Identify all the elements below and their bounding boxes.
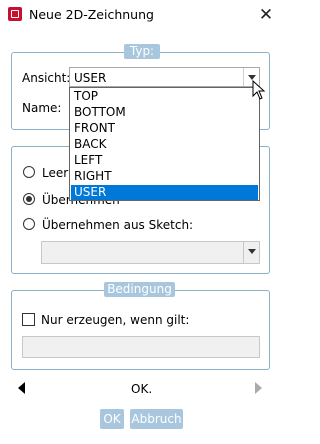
dropdown-option-left[interactable]: LEFT — [71, 153, 258, 168]
radio-sketch-label: Übernehmen aus Sketch: — [42, 218, 194, 232]
dropdown-option-right[interactable]: RIGHT — [71, 169, 258, 184]
window-title: Neue 2D-Zeichnung — [29, 7, 154, 22]
radio-sketch[interactable] — [23, 218, 35, 230]
dropdown-option-user[interactable]: USER — [71, 185, 258, 200]
radio-leer[interactable] — [23, 166, 35, 178]
typ-legend: Typ: — [124, 44, 160, 59]
ansicht-value: USER — [74, 71, 107, 85]
close-icon[interactable]: ✕ — [255, 4, 277, 26]
dropdown-option-back[interactable]: BACK — [71, 137, 258, 152]
dropdown-option-bottom[interactable]: BOTTOM — [71, 105, 258, 120]
app-icon — [8, 7, 22, 21]
ansicht-dropdown-list[interactable]: TOP BOTTOM FRONT BACK LEFT RIGHT USER — [69, 87, 260, 201]
condition-checkbox[interactable] — [22, 313, 35, 326]
ok-button[interactable]: OK — [100, 409, 124, 429]
bedingung-legend: Bedingung — [104, 282, 175, 297]
dropdown-option-front[interactable]: FRONT — [71, 121, 258, 136]
condition-label: Nur erzeugen, wenn gilt: — [41, 313, 190, 327]
radio-uebernehmen[interactable] — [23, 193, 35, 205]
radio-leer-label: Leer — [42, 166, 69, 180]
title-bar: Neue 2D-Zeichnung ✕ — [0, 0, 281, 32]
condition-input[interactable] — [22, 336, 260, 358]
mouse-cursor-icon — [252, 80, 266, 100]
dropdown-option-top[interactable]: TOP — [71, 89, 258, 104]
bedingung-group — [11, 290, 270, 370]
ansicht-label: Ansicht: — [22, 71, 71, 85]
sketch-select[interactable] — [41, 241, 260, 264]
nav-status: OK. — [131, 382, 153, 396]
chevron-down-icon[interactable] — [243, 242, 259, 263]
cancel-button[interactable]: Abbruch — [130, 409, 183, 429]
next-arrow-icon[interactable] — [255, 382, 262, 394]
previous-arrow-icon[interactable] — [18, 382, 25, 394]
name-label: Name: — [22, 101, 62, 115]
ansicht-select[interactable]: USER — [69, 67, 260, 87]
